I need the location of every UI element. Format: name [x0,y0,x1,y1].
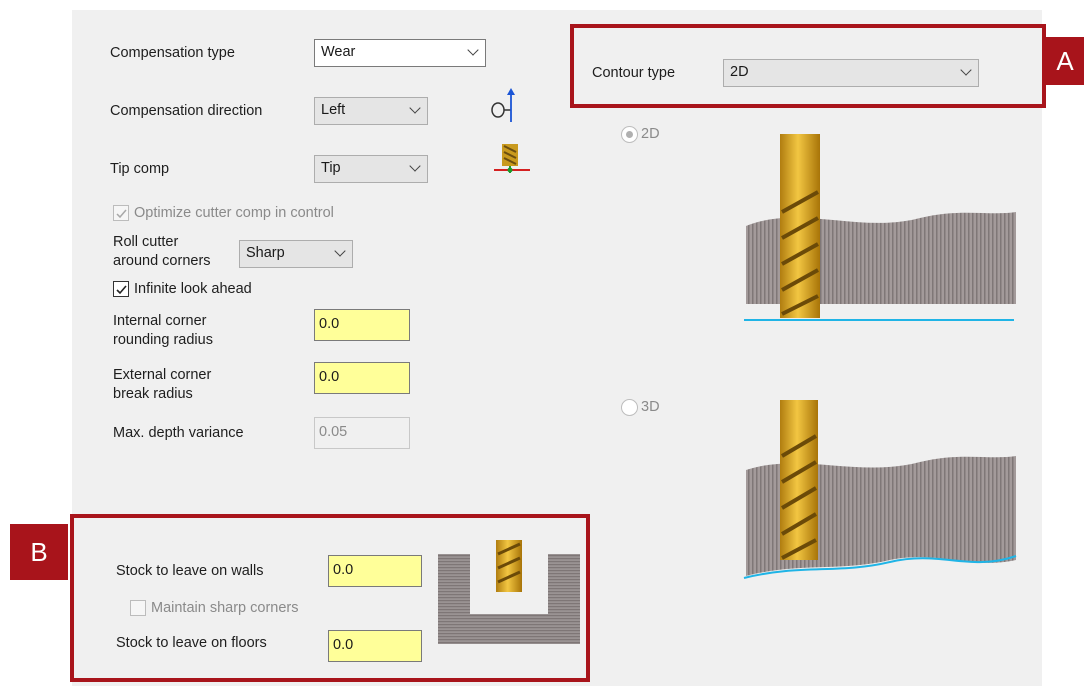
compensation-type-label: Compensation type [110,45,235,61]
external-corner-label-line1: External corner [113,367,212,383]
tip-comp-select[interactable]: Tip [314,155,428,183]
annotation-tag-a: A [1046,37,1084,85]
compensation-direction-value: Left [321,102,346,118]
internal-corner-radius-input[interactable]: 0.0 [314,309,410,341]
compensation-type-select[interactable]: Wear [314,39,486,67]
max-depth-variance-value: 0.05 [319,424,348,440]
highlight-box-a [570,24,1046,108]
roll-cutter-select[interactable]: Sharp [239,240,353,268]
roll-cutter-label-line1: Roll cutter [113,234,179,250]
internal-corner-label: Internal corner rounding radius [113,312,213,350]
roll-cutter-label: Roll cutter around corners [113,233,211,271]
chevron-down-icon [467,44,479,56]
internal-corner-radius-value: 0.0 [319,316,340,332]
highlight-box-b [70,514,590,682]
contour-2d-illustration [744,134,1016,321]
external-corner-radius-input[interactable]: 0.0 [314,362,410,394]
contour-2d-radio[interactable] [621,126,638,143]
roll-cutter-label-line2: around corners [113,253,211,269]
optimize-cutter-comp-checkbox[interactable] [113,205,129,221]
infinite-look-ahead-checkbox[interactable] [113,281,129,297]
compensation-direction-select[interactable]: Left [314,97,428,125]
tip-comp-icon [494,144,530,173]
contour-3d-illustration [743,400,1017,579]
infinite-look-ahead-label: Infinite look ahead [134,281,252,297]
contour-2d-label: 2D [641,126,660,142]
tip-comp-value: Tip [321,160,341,176]
external-corner-label: External corner break radius [113,366,211,404]
compensation-type-value: Wear [321,44,356,60]
max-depth-variance-input[interactable]: 0.05 [314,417,410,449]
contour-3d-radio[interactable] [621,399,638,416]
optimize-cutter-comp-label: Optimize cutter comp in control [134,205,334,221]
roll-cutter-value: Sharp [246,245,285,261]
chevron-down-icon [409,160,421,172]
contour-3d-label: 3D [641,399,660,415]
max-depth-variance-label: Max. depth variance [113,425,244,441]
compensation-left-icon [491,88,515,122]
external-corner-radius-value: 0.0 [319,369,340,385]
chevron-down-icon [334,245,346,257]
compensation-direction-label: Compensation direction [110,103,263,119]
annotation-tag-b: B [10,524,68,580]
internal-corner-label-line2: rounding radius [113,332,213,348]
chevron-down-icon [409,102,421,114]
external-corner-label-line2: break radius [113,386,193,402]
radio-selected-dot [626,131,633,138]
tip-comp-label: Tip comp [110,161,170,177]
internal-corner-label-line1: Internal corner [113,313,207,329]
